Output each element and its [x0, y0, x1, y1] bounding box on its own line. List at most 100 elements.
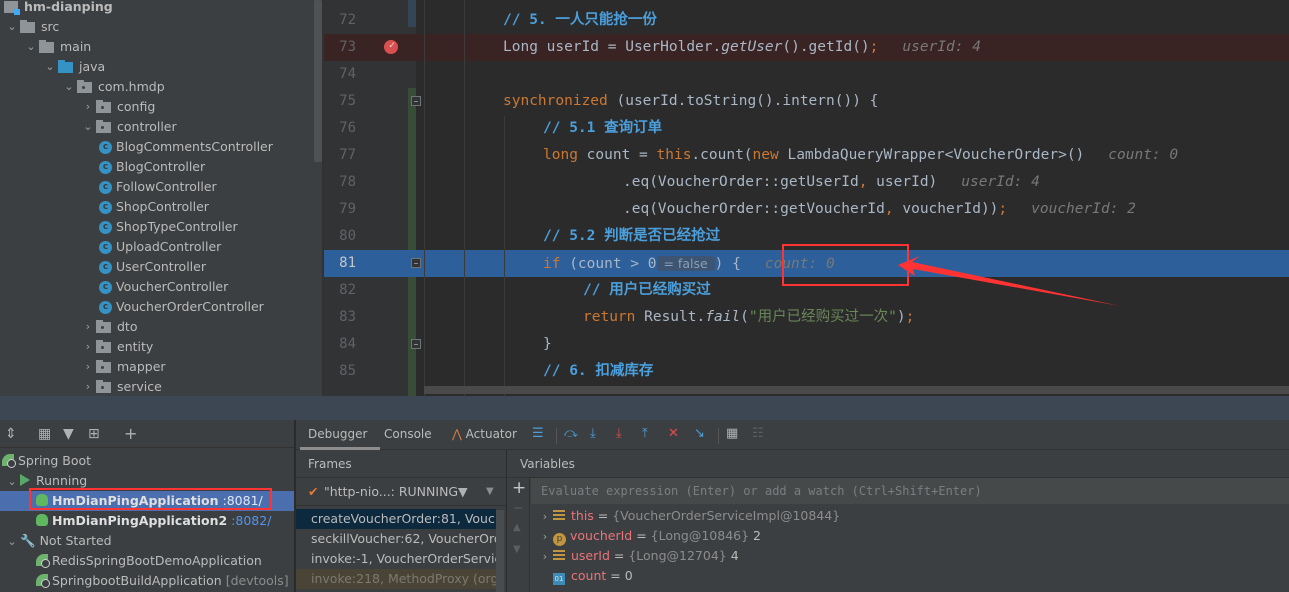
code-line[interactable]: 83 return Result.fail("用户已经购买过一次");	[324, 304, 1289, 331]
code-line[interactable]: 73 Long userId = UserHolder.getUser().get…	[324, 32, 1289, 61]
tree-item-class[interactable]: c ShopController	[99, 197, 209, 217]
add-watch-icon[interactable]: +	[512, 478, 526, 498]
step-into-icon[interactable]: ⤓	[590, 426, 596, 442]
line-number[interactable]: 82	[324, 277, 356, 304]
filter-icon[interactable]: ▼	[63, 425, 74, 443]
tab-actuator[interactable]: ⋀ Actuator	[452, 420, 517, 450]
tree-item-class[interactable]: c UploadController	[99, 237, 221, 257]
tree-item-class[interactable]: c ShopTypeController	[99, 217, 238, 237]
project-scrollbar[interactable]	[314, 0, 322, 162]
code-line[interactable]: 74	[324, 61, 1289, 88]
thread-selector[interactable]: ✔ "http-nio...: RUNNING ▼ ▼	[296, 478, 506, 506]
tab-console[interactable]: Console	[384, 420, 432, 450]
fold-icon[interactable]	[411, 96, 421, 106]
chevron-down-icon[interactable]: ⌄	[61, 77, 77, 97]
line-number[interactable]: 77	[324, 142, 356, 169]
step-out-icon[interactable]: ⤒	[642, 426, 648, 442]
tree-item-folder[interactable]: › service	[80, 377, 162, 396]
line-number[interactable]: 78	[324, 169, 356, 196]
line-number[interactable]: 80	[324, 223, 356, 250]
chevron-down-icon[interactable]: ⌄	[23, 37, 39, 57]
tree-item-class[interactable]: c VoucherOrderController	[99, 297, 264, 317]
service-item[interactable]: RedisSpringBootDemoApplication	[0, 551, 294, 571]
service-item[interactable]: SpringbootBuildApplication [devtools]	[0, 571, 294, 591]
force-step-into-icon[interactable]: ⤓	[616, 426, 622, 442]
code-line[interactable]: 76 // 5.1 查询订单	[324, 115, 1289, 142]
frames-scrollbar[interactable]	[496, 510, 504, 592]
add-service-icon[interactable]: +	[124, 425, 137, 443]
line-number[interactable]: 75	[324, 88, 356, 115]
code-line[interactable]: 79 .eq(VoucherOrder::getVoucherId, vouche…	[324, 196, 1289, 223]
chevron-down-icon[interactable]: ⌄	[80, 117, 96, 137]
stack-frame[interactable]: invoke:-1, VoucherOrderServiceImpl$$Fast…	[296, 549, 496, 569]
line-number[interactable]: 79	[324, 196, 356, 223]
evaluate-expression-input[interactable]: Evaluate expression (Enter) or add a wat…	[531, 478, 1289, 504]
line-number[interactable]: 85	[324, 358, 356, 385]
tree-item-class[interactable]: c BlogCommentsController	[99, 137, 273, 157]
variable-row[interactable]: › this = {VoucherOrderServiceImpl@10844}	[531, 506, 1289, 526]
line-number[interactable]: 73	[324, 34, 356, 61]
splitter[interactable]	[506, 450, 507, 592]
chevron-down-icon[interactable]: ⌄	[4, 532, 20, 552]
tree-item-folder[interactable]: ⌄ com.hmdp	[61, 77, 164, 97]
code-line[interactable]: 84}	[324, 331, 1289, 358]
step-over-icon[interactable]: ⤼	[564, 426, 578, 442]
service-port-link[interactable]: :8082/	[231, 513, 271, 528]
chevron-down-icon[interactable]: ⌄	[4, 472, 20, 492]
tab-debugger[interactable]: Debugger	[300, 420, 380, 450]
code-line[interactable]: 75 synchronized (userId.toString().intern…	[324, 88, 1289, 115]
new-tab-icon[interactable]: ⊞	[88, 425, 100, 443]
tree-item-folder[interactable]: › entity	[80, 337, 154, 357]
tree-item-folder[interactable]: ⌄ main	[23, 37, 91, 57]
chevron-down-icon[interactable]: ▼	[486, 478, 494, 506]
line-number[interactable]: 72	[324, 7, 356, 34]
service-item[interactable]: HmDianPingApplication2 :8082/	[0, 511, 294, 531]
line-number[interactable]: 81	[324, 250, 356, 277]
tree-item-folder[interactable]: › config	[80, 97, 155, 117]
code-line[interactable]: 78 .eq(VoucherOrder::getUserId, userId) us…	[324, 169, 1289, 196]
variable-row[interactable]: › userId = {Long@12704} 4	[531, 546, 1289, 566]
tree-item-folder[interactable]: ⌄ src	[4, 17, 59, 37]
chevron-right-icon[interactable]: ›	[537, 547, 553, 567]
threads-menu-icon[interactable]: ☰	[532, 426, 544, 442]
code-line[interactable]: 85 // 6. 扣减库存	[324, 358, 1289, 385]
tree-item-class[interactable]: c UserController	[99, 257, 206, 277]
chevron-right-icon[interactable]: ›	[80, 317, 96, 337]
chevron-right-icon[interactable]: ›	[80, 337, 96, 357]
chevron-right-icon[interactable]: ›	[80, 97, 96, 117]
line-number[interactable]: 76	[324, 115, 356, 142]
drop-frame-icon[interactable]: ✕	[668, 426, 679, 442]
chevron-right-icon[interactable]: ›	[537, 507, 553, 527]
stack-frame[interactable]: invoke:218, MethodProxy (org.springframe…	[296, 569, 496, 589]
tree-item-class[interactable]: c FollowController	[99, 177, 217, 197]
line-number[interactable]: 83	[324, 304, 356, 331]
fold-icon[interactable]	[411, 258, 421, 268]
stack-frame[interactable]: seckillVoucher:62, VoucherOrderServiceIm…	[296, 529, 496, 549]
chevron-down-icon[interactable]: ⌄	[4, 17, 20, 37]
code-line[interactable]: 77 long count = this.count(new LambdaQuer…	[324, 142, 1289, 169]
filter-icon[interactable]: ▼	[458, 478, 468, 506]
service-item[interactable]: ⌄ 🔧 Not Started	[0, 531, 294, 551]
variable-row[interactable]: 01 count = 0	[531, 566, 1289, 586]
chevron-right-icon[interactable]: ›	[537, 527, 553, 547]
chevron-right-icon[interactable]: ›	[80, 357, 96, 377]
code-line[interactable]: 72 // 5. 一人只能抢一份	[324, 7, 1289, 34]
line-number[interactable]: 84	[324, 331, 356, 358]
variable-row[interactable]: › p voucherId = {Long@10846} 2	[531, 526, 1289, 546]
tree-item-folder[interactable]: › mapper	[80, 357, 166, 377]
chevron-right-icon[interactable]: ›	[80, 377, 96, 396]
tree-item-folder[interactable]: › dto	[80, 317, 138, 337]
project-root[interactable]: hm-dianping	[4, 0, 113, 17]
line-number[interactable]: 74	[324, 61, 356, 88]
code-editor[interactable]: 72 // 5. 一人只能抢一份 73 Long userId = UserHolde…	[324, 0, 1289, 396]
tree-item-folder[interactable]: ⌄ java	[42, 57, 105, 77]
service-item[interactable]: Spring Boot	[0, 451, 294, 471]
fold-icon[interactable]	[411, 339, 421, 349]
run-to-cursor-icon[interactable]: ↘	[694, 426, 705, 442]
tree-item-class[interactable]: c BlogController	[99, 157, 205, 177]
editor-horizontal-scrollbar[interactable]	[424, 386, 1289, 394]
collapse-all-icon[interactable]: ⇕	[5, 425, 17, 443]
group-by-icon[interactable]: ▦	[38, 425, 51, 443]
tree-item-folder[interactable]: ⌄ controller	[80, 117, 176, 137]
breakpoint-icon[interactable]	[384, 32, 398, 59]
